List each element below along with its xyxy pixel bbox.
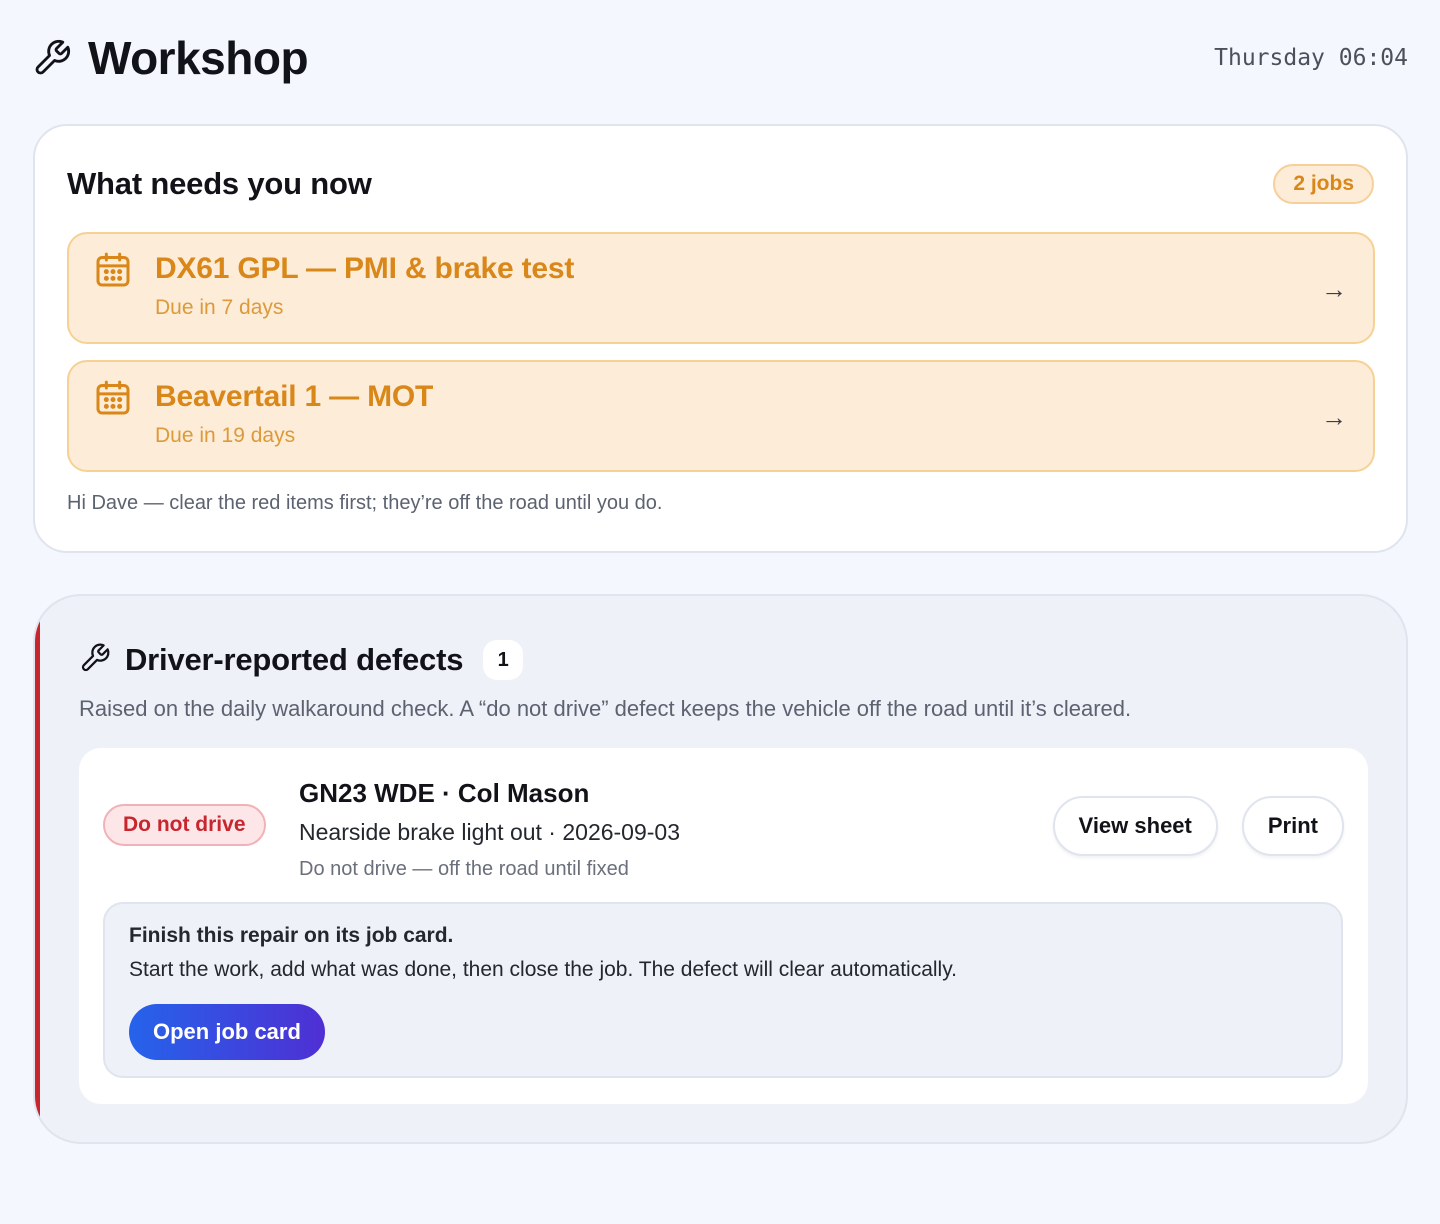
page-title: Workshop — [88, 32, 309, 84]
job-due: Due in 19 days — [155, 424, 296, 447]
job-item[interactable]: DX61 GPL — PMI & brake test Due in 7 day… — [67, 232, 1375, 344]
driver-defects-card: Driver-reported defects 1 Raised on the … — [33, 594, 1408, 1144]
job-title: DX61 GPL — PMI & brake test — [155, 252, 575, 285]
repair-text: Start the work, add what was done, then … — [129, 958, 957, 981]
status-badge: Do not drive — [103, 804, 266, 846]
needs-you-now-header: What needs you now 2 jobs — [67, 164, 1374, 204]
defects-count-badge: 1 — [483, 640, 524, 680]
job-text: DX61 GPL — PMI & brake test Due in 7 day… — [155, 252, 574, 320]
defect-info: GN23 WDE · Col Mason Nearside brake ligh… — [299, 778, 680, 881]
arrow-right-icon: → — [1321, 274, 1347, 304]
repair-panel: Finish this repair on its job card. Star… — [103, 902, 1343, 1078]
job-title: Beavertail 1 — MOT — [155, 380, 434, 413]
needs-you-now-hint: Hi Dave — clear the red items first; the… — [67, 492, 663, 514]
arrow-right-icon: → — [1321, 402, 1347, 432]
defect-item: Do not drive GN23 WDE · Col Mason Nearsi… — [79, 748, 1368, 1104]
needs-you-now-card: What needs you now 2 jobs DX61 GPL — PMI… — [33, 124, 1408, 553]
wrench-icon — [32, 38, 72, 78]
view-sheet-button[interactable]: View sheet — [1052, 796, 1218, 856]
calendar-icon — [93, 378, 133, 418]
job-item[interactable]: Beavertail 1 — MOT Due in 19 days → — [67, 360, 1375, 472]
repair-title: Finish this repair on its job card. — [129, 924, 454, 947]
defect-description: Nearside brake light out · 2026-09-03 — [299, 819, 681, 845]
defect-actions: View sheet Print — [1052, 796, 1344, 856]
defect-note: Do not drive — off the road until fixed — [299, 858, 629, 880]
clock: Thursday 06:04 — [1214, 45, 1408, 71]
open-job-card-button[interactable]: Open job card — [129, 1004, 325, 1060]
brand: Workshop — [32, 32, 309, 84]
danger-accent-bar — [35, 596, 40, 1142]
job-text: Beavertail 1 — MOT Due in 19 days — [155, 380, 433, 448]
print-button[interactable]: Print — [1241, 796, 1344, 856]
defects-subtitle: Raised on the daily walkaround check. A … — [79, 696, 1132, 721]
wrench-icon — [79, 642, 111, 679]
defect-vehicle: GN23 WDE · Col Mason — [299, 778, 590, 808]
page-header: Workshop Thursday 06:04 — [32, 30, 1408, 86]
job-due: Due in 7 days — [155, 296, 284, 319]
defects-title: Driver-reported defects — [125, 642, 464, 677]
needs-you-now-title: What needs you now — [67, 166, 372, 201]
defects-header: Driver-reported defects 1 — [79, 640, 524, 680]
calendar-icon — [93, 250, 133, 290]
jobs-count-badge: 2 jobs — [1273, 164, 1374, 204]
